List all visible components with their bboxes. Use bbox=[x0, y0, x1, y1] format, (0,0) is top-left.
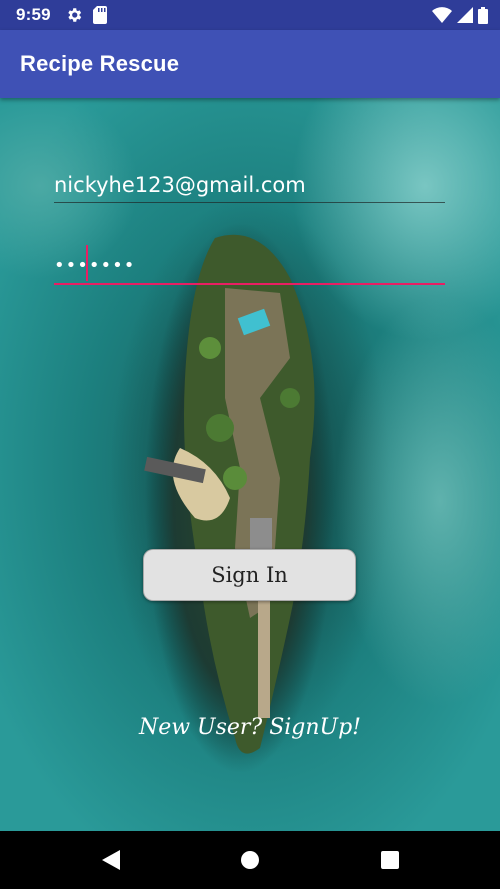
settings-icon bbox=[68, 8, 82, 22]
text-cursor bbox=[86, 245, 88, 281]
wifi-icon bbox=[432, 7, 452, 23]
status-time: 9:59 bbox=[16, 5, 51, 24]
battery-icon bbox=[478, 6, 488, 24]
app-title: Recipe Rescue bbox=[20, 51, 180, 76]
email-underline bbox=[54, 202, 445, 203]
navigation-bar bbox=[0, 831, 500, 889]
signup-link[interactable]: New User? SignUp! bbox=[0, 715, 500, 740]
password-field[interactable] bbox=[54, 250, 445, 280]
background-image: Sign In New User? SignUp! bbox=[0, 98, 500, 831]
status-bar: 9:59 bbox=[0, 0, 500, 30]
password-underline bbox=[54, 283, 445, 285]
email-field[interactable] bbox=[54, 170, 445, 200]
app-bar: Recipe Rescue bbox=[0, 30, 500, 98]
home-icon[interactable] bbox=[240, 850, 260, 870]
island-illustration bbox=[144, 223, 335, 773]
signal-icon bbox=[457, 7, 473, 23]
sign-in-button[interactable]: Sign In bbox=[143, 549, 356, 601]
recents-icon[interactable] bbox=[380, 850, 400, 870]
back-icon[interactable] bbox=[100, 850, 120, 870]
sd-card-icon bbox=[92, 6, 107, 24]
